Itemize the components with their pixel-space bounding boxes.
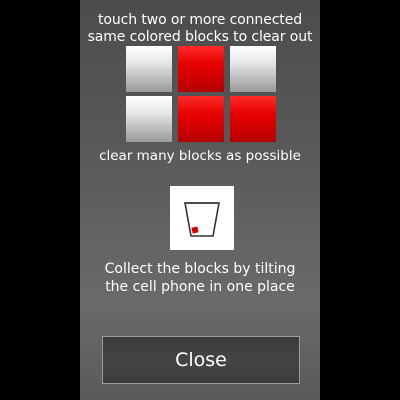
example-block-grid — [126, 46, 276, 142]
tilt-line-2: the cell phone in one place — [105, 279, 295, 295]
instruction-touch-blocks: touch two or more connected same colored… — [80, 12, 320, 46]
close-button[interactable]: Close — [102, 336, 300, 384]
example-block-red — [178, 96, 224, 142]
tilt-illustration — [170, 186, 234, 250]
instruction-clear-many: clear many blocks as possible — [99, 148, 301, 164]
cup-with-block-icon — [184, 202, 220, 237]
example-block-gray — [126, 46, 172, 92]
example-block-gray — [230, 46, 276, 92]
example-block-red — [230, 96, 276, 142]
instruction-line-1: touch two or more connected — [98, 12, 302, 28]
help-dialog: touch two or more connected same colored… — [80, 0, 320, 400]
instruction-line-2: same colored blocks to clear out — [87, 29, 313, 45]
tilt-line-1: Collect the blocks by tilting — [104, 261, 296, 277]
example-block-gray — [126, 96, 172, 142]
instruction-tilt-phone: Collect the blocks by tilting the cell p… — [80, 260, 320, 296]
example-block-red — [178, 46, 224, 92]
